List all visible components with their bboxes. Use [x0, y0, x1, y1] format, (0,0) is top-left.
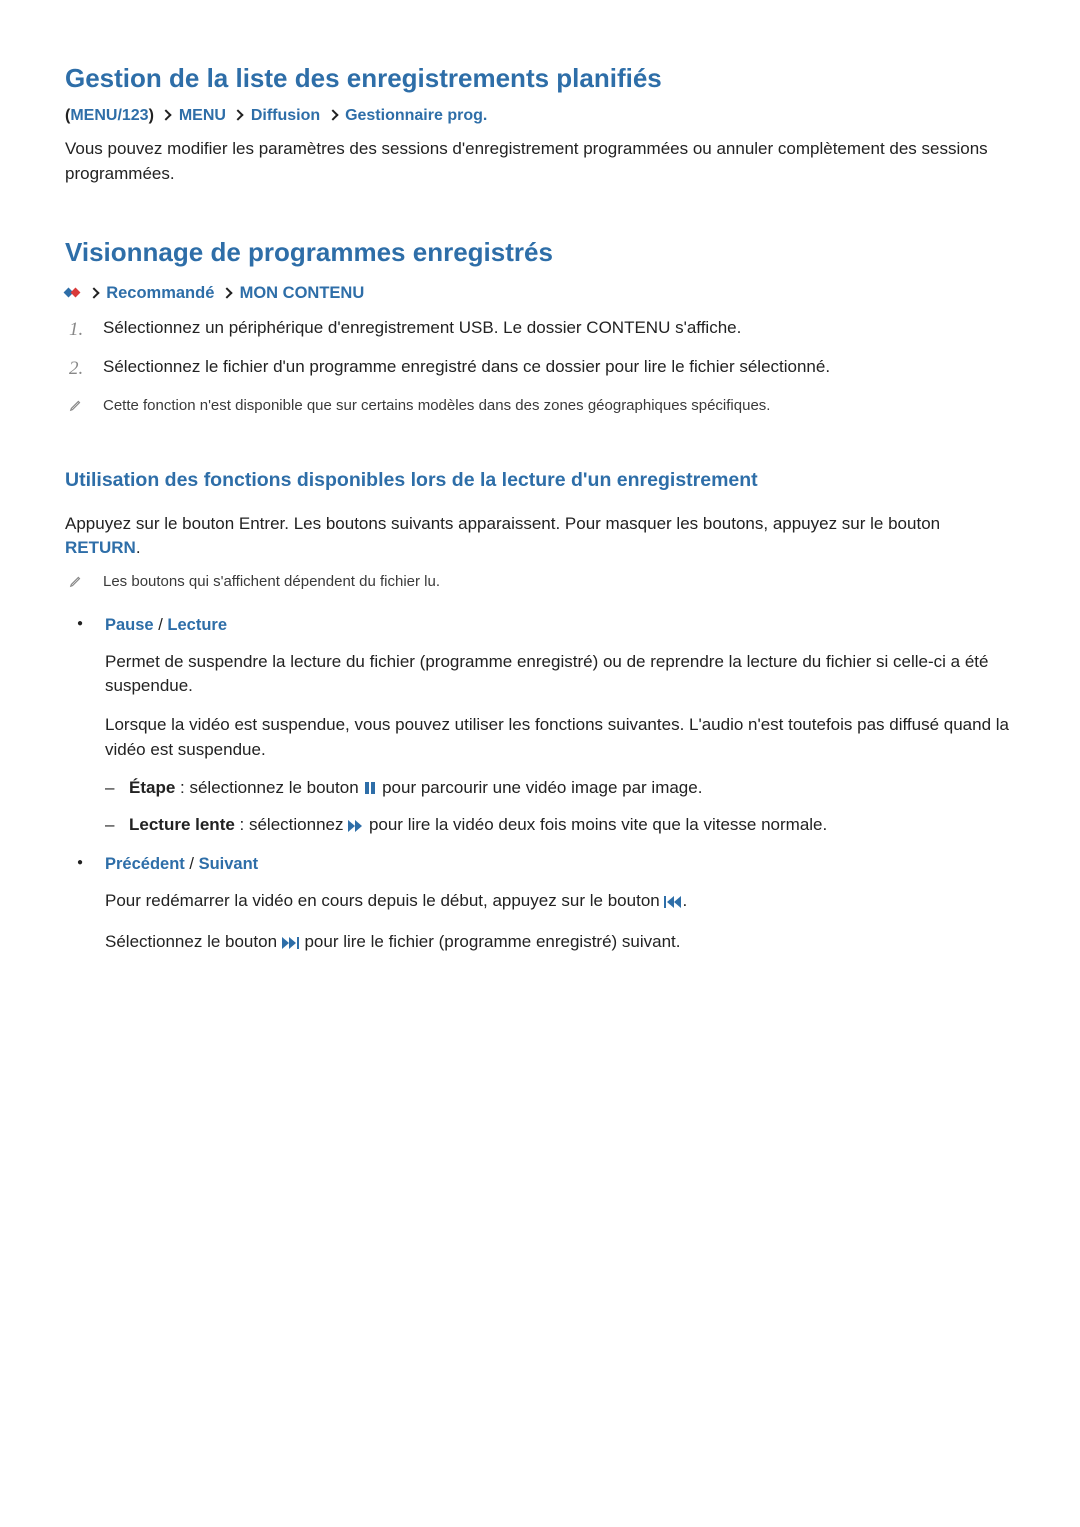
dash-list: Étape : sélectionnez le bouton pour parc… [105, 776, 1015, 839]
dash-item-etape: Étape : sélectionnez le bouton pour parc… [105, 776, 1015, 803]
hdr-pause: Pause [105, 616, 154, 634]
note-text: Cette fonction n'est disponible que sur … [103, 395, 1015, 420]
dash-text-b: pour parcourir une vidéo image par image… [377, 778, 702, 797]
note-row: Cette fonction n'est disponible que sur … [65, 395, 1015, 420]
section-3-title: Utilisation des fonctions disponibles lo… [65, 466, 1015, 494]
smarthub-icon [65, 285, 79, 299]
dash-label: Étape [129, 778, 175, 797]
breadcrumb-2: Recommandé MON CONTENU [65, 282, 1015, 306]
bullet-pause-lecture: Pause / Lecture Permet de suspendre la l… [77, 614, 1015, 840]
bullet-precedent-suivant: Précédent / Suivant Pour redémarrer la v… [77, 853, 1015, 956]
hdr-precedent: Précédent [105, 855, 185, 873]
keyword-return: RETURN [65, 538, 136, 557]
step-number: 2. [65, 355, 103, 383]
step-2: 2. Sélectionnez le fichier d'un programm… [65, 355, 1015, 383]
section-2-title: Visionnage de programmes enregistrés [65, 234, 1015, 272]
step-number: 1. [65, 316, 103, 344]
pencil-icon [65, 571, 103, 596]
breadcrumb-1: (MENU/123) MENU Diffusion Gestionnaire p… [65, 104, 1015, 127]
bullet-text: Pour redémarrer la vidéo en cours depuis… [105, 889, 1015, 916]
bullet-text: Sélectionnez le bouton pour lire le fich… [105, 930, 1015, 957]
bullet-text: Permet de suspendre la lecture du fichie… [105, 650, 1015, 699]
skip-forward-icon [282, 932, 300, 957]
crumb-menu123: MENU/123 [70, 107, 148, 124]
dash-text-a: : sélectionnez [235, 815, 348, 834]
section-1-title: Gestion de la liste des enregistrements … [65, 60, 1015, 98]
pencil-icon [65, 395, 103, 420]
intro-text-a: Appuyez sur le bouton Entrer. Les bouton… [65, 514, 940, 533]
bullet-header: Précédent / Suivant [105, 853, 1015, 877]
skip-back-icon [664, 891, 682, 916]
dash-item-lecture-lente: Lecture lente : sélectionnez pour lire l… [105, 813, 1015, 840]
intro-text-b: . [136, 538, 141, 557]
bullet-list: Pause / Lecture Permet de suspendre la l… [77, 614, 1015, 957]
step-text: Sélectionnez le fichier d'un programme e… [103, 355, 1015, 383]
pause-icon [363, 778, 377, 803]
numbered-steps: 1. Sélectionnez un périphérique d'enregi… [65, 316, 1015, 383]
note-row-2: Les boutons qui s'affichent dépendent du… [65, 571, 1015, 596]
bullet-text: Lorsque la vidéo est suspendue, vous pou… [105, 713, 1015, 762]
slash: / [158, 616, 167, 634]
chevron-right-icon [221, 287, 232, 298]
step-1: 1. Sélectionnez un périphérique d'enregi… [65, 316, 1015, 344]
fast-forward-icon [348, 815, 364, 840]
crumb-mon-contenu: MON CONTENU [240, 284, 365, 302]
txt-b: pour lire le fichier (programme enregist… [300, 932, 681, 951]
crumb-menu: MENU [179, 107, 226, 124]
hdr-suivant: Suivant [199, 855, 259, 873]
txt-b: . [682, 891, 687, 910]
txt-a: Sélectionnez le bouton [105, 932, 282, 951]
step-text: Sélectionnez un périphérique d'enregistr… [103, 316, 1015, 344]
chevron-right-icon [327, 109, 338, 120]
chevron-right-icon [233, 109, 244, 120]
crumb-gestionnaire: Gestionnaire prog. [345, 107, 487, 124]
txt-a: Pour redémarrer la vidéo en cours depuis… [105, 891, 664, 910]
dash-text-a: : sélectionnez le bouton [175, 778, 363, 797]
slash: / [189, 855, 198, 873]
section-1-body: Vous pouvez modifier les paramètres des … [65, 137, 1015, 186]
chevron-right-icon [161, 109, 172, 120]
chevron-right-icon [88, 287, 99, 298]
crumb-diffusion: Diffusion [251, 107, 320, 124]
bullet-header: Pause / Lecture [105, 614, 1015, 638]
dash-label: Lecture lente [129, 815, 235, 834]
note-text: Les boutons qui s'affichent dépendent du… [103, 571, 1015, 596]
hdr-lecture: Lecture [167, 616, 227, 634]
dash-text-b: pour lire la vidéo deux fois moins vite … [364, 815, 827, 834]
crumb-recommande: Recommandé [106, 284, 214, 302]
section-3-intro: Appuyez sur le bouton Entrer. Les bouton… [65, 512, 1015, 561]
